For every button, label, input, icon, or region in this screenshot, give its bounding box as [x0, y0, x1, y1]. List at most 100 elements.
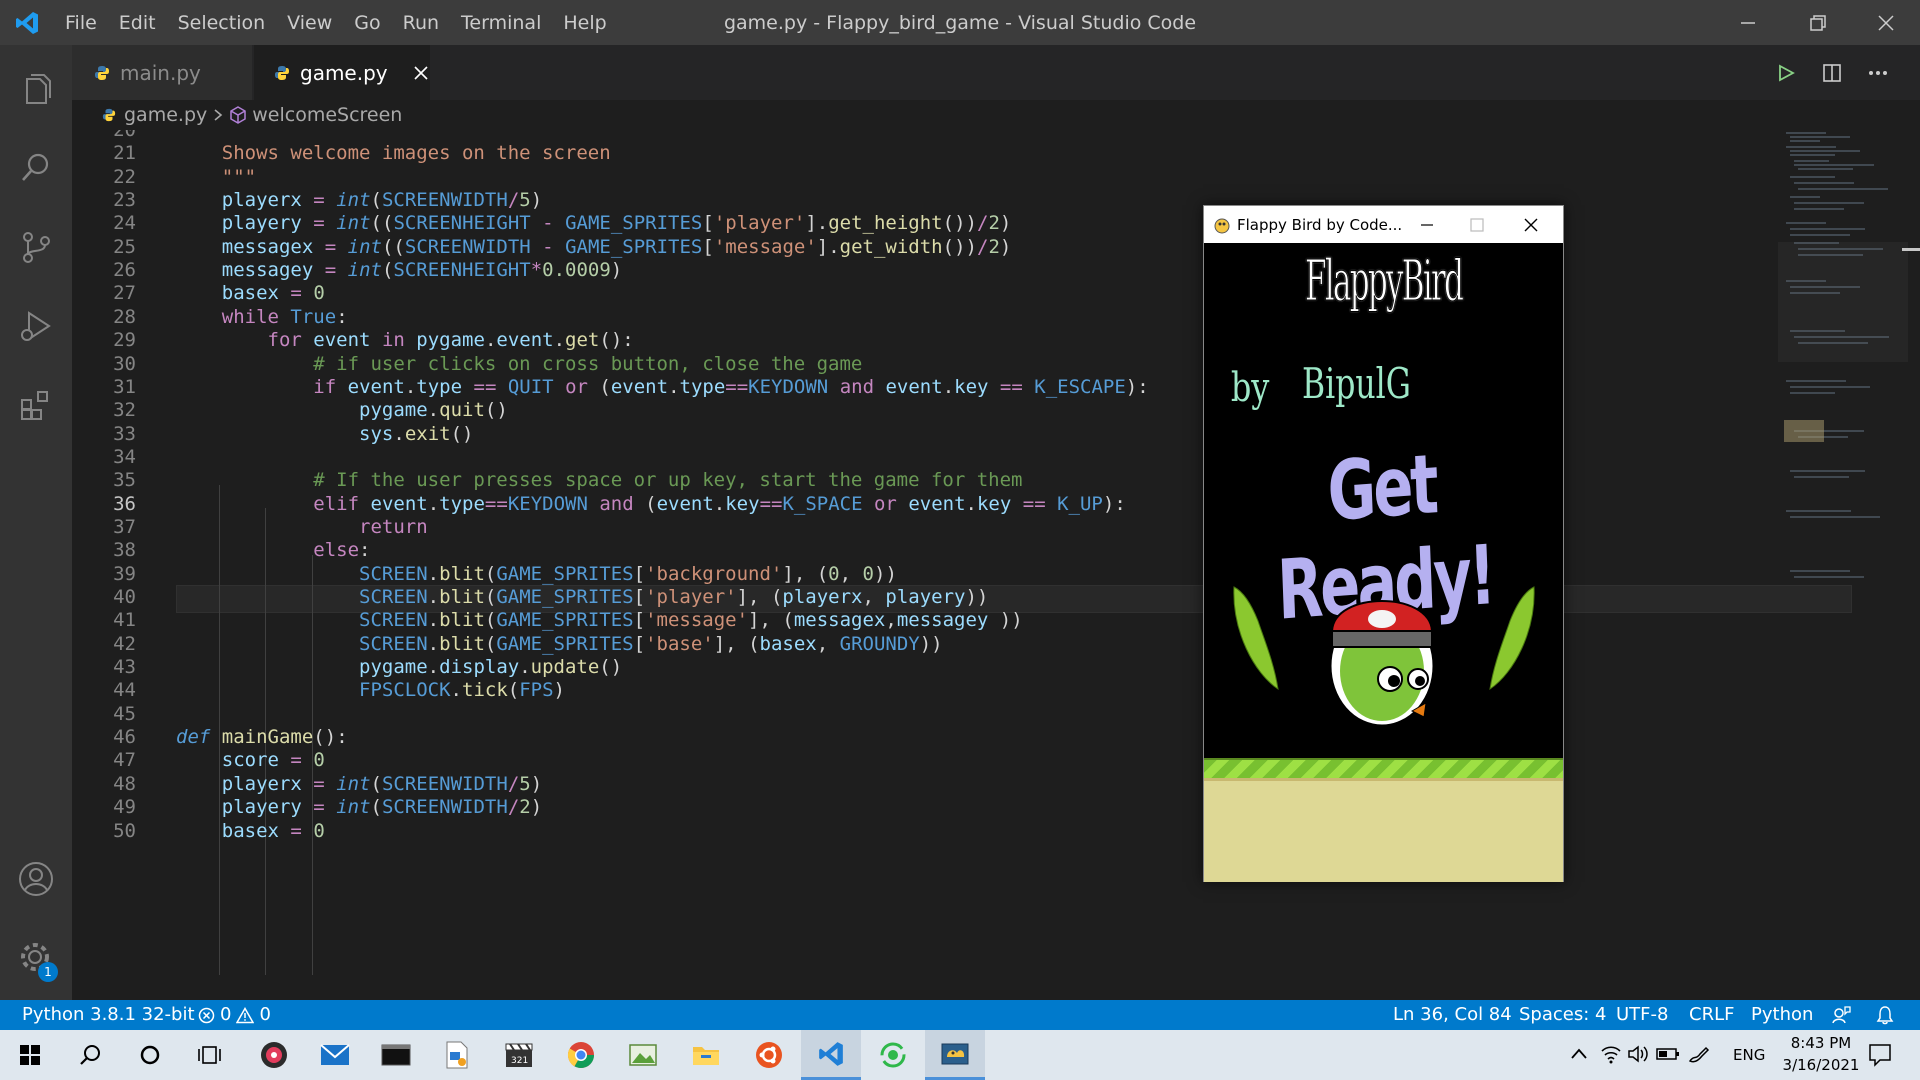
close-window-button[interactable]	[1856, 0, 1916, 45]
tab-label: main.py	[120, 60, 201, 85]
by-label: by	[1230, 365, 1270, 411]
pygame-taskbar-icon[interactable]	[925, 1030, 985, 1080]
menu-view[interactable]: View	[276, 12, 343, 34]
menu-terminal[interactable]: Terminal	[450, 12, 552, 34]
mail-icon[interactable]	[305, 1030, 365, 1080]
status-bar: Python 3.8.1 32-bit 0 0 Ln 36, Col 84 Sp…	[0, 1000, 1920, 1030]
python-interpreter[interactable]: Python 3.8.1 32-bit	[22, 1000, 195, 1030]
breadcrumb-symbol[interactable]: welcomeScreen	[252, 104, 402, 126]
ubuntu-icon[interactable]	[739, 1030, 799, 1080]
update-badge: 1	[38, 962, 58, 982]
flappy-bird-sprite	[1233, 586, 1535, 728]
notifications-bell-icon[interactable]	[1876, 1000, 1894, 1030]
python-file-icon	[274, 65, 290, 81]
title-bar: File Edit Selection View Go Run Terminal…	[0, 0, 1920, 45]
input-language[interactable]: ENG	[1733, 1030, 1765, 1080]
manage-gear-icon[interactable]: 1	[0, 922, 72, 994]
indentation[interactable]: Spaces: 4	[1519, 1000, 1606, 1030]
scrollbar-slider[interactable]	[1902, 248, 1920, 251]
tab-label: game.py	[300, 60, 388, 85]
source-control-icon[interactable]	[0, 211, 72, 283]
menu-go[interactable]: Go	[343, 12, 391, 34]
minimize-button[interactable]	[1718, 0, 1778, 45]
editor-tab-bar: main.py game.py	[72, 45, 1920, 100]
cortana-icon[interactable]	[120, 1030, 180, 1080]
sync-app-icon[interactable]	[863, 1030, 923, 1080]
menu-file[interactable]: File	[54, 12, 108, 34]
warning-count: 0	[259, 1004, 271, 1025]
menu-run[interactable]: Run	[392, 12, 450, 34]
game-canvas[interactable]: FlappyBird by BipulG Get Ready!	[1204, 243, 1563, 882]
author-label: BipulG	[1302, 359, 1411, 408]
accounts-icon[interactable]	[0, 843, 72, 915]
game-window-title: Flappy Bird by Code...	[1237, 215, 1403, 234]
warning-icon	[236, 1006, 255, 1023]
search-icon[interactable]	[0, 132, 72, 204]
image-viewer-icon[interactable]	[613, 1030, 673, 1080]
feedback-icon[interactable]	[1831, 1000, 1851, 1030]
cursor-position[interactable]: Ln 36, Col 84	[1393, 1000, 1512, 1030]
svg-text:321: 321	[511, 1056, 528, 1066]
media-app-icon[interactable]	[244, 1030, 304, 1080]
line-ending[interactable]: CRLF	[1689, 1000, 1734, 1030]
tab-main-py[interactable]: main.py	[72, 45, 252, 100]
run-debug-icon[interactable]	[0, 290, 72, 362]
encoding[interactable]: UTF-8	[1616, 1000, 1668, 1030]
action-center-icon[interactable]	[1868, 1043, 1892, 1071]
vscode-taskbar-icon[interactable]	[801, 1030, 861, 1080]
explorer-icon[interactable]	[0, 53, 72, 125]
code-text: basex = 0	[221, 819, 325, 842]
restore-button[interactable]	[1788, 0, 1848, 45]
language-mode[interactable]: Python	[1751, 1000, 1813, 1030]
run-python-file-icon[interactable]	[1772, 59, 1800, 87]
close-tab-icon[interactable]	[414, 65, 428, 80]
terminal-icon[interactable]	[366, 1030, 426, 1080]
function-symbol-icon	[229, 106, 247, 124]
windows-start-icon[interactable]	[0, 1030, 60, 1080]
vscode-logo-icon	[0, 0, 54, 45]
error-count: 0	[220, 1004, 232, 1025]
pen-ink-icon[interactable]	[1688, 1044, 1710, 1068]
activity-bar: 1	[0, 45, 72, 1000]
problems-indicator[interactable]: 0 0	[198, 1000, 271, 1030]
show-hidden-icons-chevron[interactable]	[1570, 1045, 1588, 1067]
wifi-icon[interactable]	[1600, 1044, 1622, 1068]
game-window-titlebar: Flappy Bird by Code...	[1204, 206, 1563, 243]
clock-time[interactable]: 8:43 PM	[1786, 1034, 1856, 1052]
file-explorer-icon[interactable]	[676, 1030, 736, 1080]
split-editor-icon[interactable]	[1818, 59, 1846, 87]
flappy-bird-window[interactable]: Flappy Bird by Code... FlappyBird by Bip…	[1203, 205, 1564, 882]
chrome-icon[interactable]	[551, 1030, 611, 1080]
clapperboard-app-icon[interactable]: 321	[489, 1030, 549, 1080]
minimap-preview	[1778, 132, 1908, 578]
battery-icon[interactable]	[1656, 1045, 1680, 1067]
tab-game-py[interactable]: game.py	[254, 45, 430, 100]
minimap[interactable]	[1778, 130, 1920, 1000]
pygame-icon	[1213, 216, 1231, 234]
search-taskbar-icon[interactable]	[60, 1030, 120, 1080]
line-number: 50	[113, 819, 136, 842]
menu-edit[interactable]: Edit	[108, 12, 167, 34]
menu-help[interactable]: Help	[552, 12, 617, 34]
python-file-icon	[94, 65, 110, 81]
python-file-icon	[102, 108, 116, 122]
more-actions-icon[interactable]	[1864, 59, 1892, 87]
flappy-bird-logo: FlappyBird	[1304, 249, 1465, 315]
error-icon	[198, 1007, 215, 1023]
ground-stripe	[1204, 758, 1563, 778]
menu-selection[interactable]: Selection	[167, 12, 277, 34]
game-minimize-button[interactable]	[1404, 206, 1450, 243]
extensions-icon[interactable]	[0, 369, 72, 441]
ground	[1204, 778, 1563, 882]
game-maximize-button[interactable]	[1454, 206, 1500, 243]
breadcrumb: game.py welcomeScreen	[72, 100, 1920, 130]
document-app-icon[interactable]	[427, 1030, 487, 1080]
breadcrumb-file[interactable]: game.py	[124, 104, 207, 126]
task-view-icon[interactable]	[180, 1030, 240, 1080]
code-editor[interactable]: 20 """ 21 Shows welcome images on the scr…	[72, 130, 1920, 1000]
volume-icon[interactable]	[1627, 1044, 1649, 1068]
clock-date[interactable]: 3/16/2021	[1776, 1056, 1866, 1074]
game-close-button[interactable]	[1508, 206, 1554, 243]
menu-bar: File Edit Selection View Go Run Terminal…	[54, 12, 618, 34]
windows-taskbar: 321 ENG 8:43 PM 3/16/2021	[0, 1030, 1920, 1080]
